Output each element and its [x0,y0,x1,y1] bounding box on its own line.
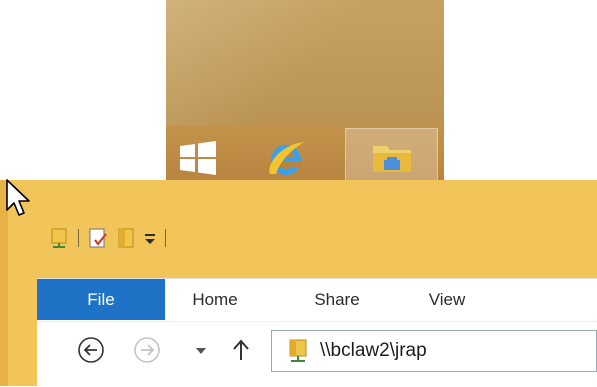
ribbon-tab-bar: File Home Share View [37,278,597,322]
mouse-cursor-icon [6,179,30,216]
start-button[interactable] [176,138,220,178]
quick-access-toolbar [48,223,168,253]
toolbar-separator [78,229,79,247]
recent-locations-button[interactable] [187,336,215,364]
file-explorer-icon [372,146,411,172]
new-folder-icon[interactable] [115,227,137,249]
internet-explorer-taskbar-button[interactable] [262,134,310,182]
tab-home[interactable]: Home [165,279,265,320]
internet-explorer-icon [269,142,304,175]
customize-toolbar-icon[interactable] [143,231,157,245]
tab-file[interactable]: File [37,279,165,320]
desktop-background [166,0,444,126]
network-folder-icon[interactable] [48,227,70,249]
back-button[interactable] [77,336,105,364]
tab-share[interactable]: Share [299,279,375,320]
up-arrow-icon [233,339,249,360]
network-folder-icon [289,339,307,362]
windows-logo-icon [180,141,216,175]
address-path: \\bclaw2\jrap [320,340,427,361]
forward-button[interactable] [133,336,161,364]
forward-arrow-icon [134,337,160,363]
properties-icon[interactable] [87,227,109,249]
taskbar [166,126,444,188]
up-button[interactable] [227,336,255,364]
navigation-bar: \\bclaw2\jrap [37,321,597,387]
chevron-down-icon [196,348,206,354]
tab-view[interactable]: View [415,279,479,320]
explorer-window: File Home Share View \\bclaw2\jrap [0,180,597,387]
file-explorer-taskbar-button[interactable] [345,128,438,188]
back-arrow-icon [78,337,104,363]
address-bar[interactable]: \\bclaw2\jrap [271,330,597,372]
toolbar-separator [165,229,166,247]
desktop-crop [166,0,444,188]
